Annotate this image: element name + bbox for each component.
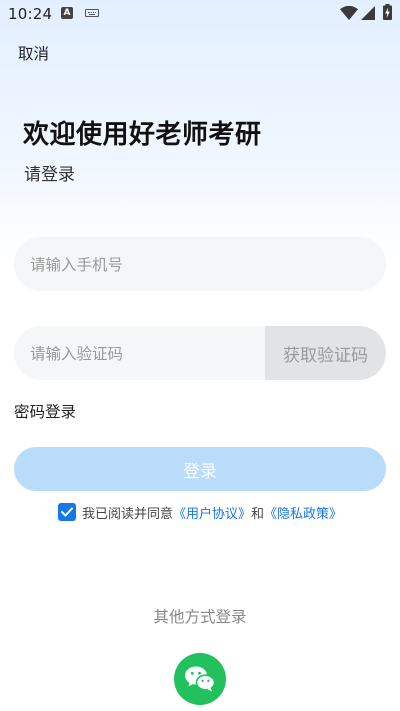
- privacy-policy-link[interactable]: 《隐私政策》: [264, 503, 342, 522]
- a-notification-icon: A: [61, 7, 73, 19]
- other-login-label: 其他方式登录: [153, 608, 247, 626]
- agreement-checkbox[interactable]: [58, 503, 76, 521]
- agreement-row: 我已阅读并同意 《用户协议》 和 《隐私政策》: [58, 502, 342, 522]
- battery-charging-icon: [383, 4, 392, 20]
- phone-input[interactable]: [28, 237, 272, 293]
- get-code-button[interactable]: 获取验证码: [265, 326, 386, 380]
- login-button[interactable]: 登录: [14, 447, 386, 491]
- wifi-icon: [340, 6, 358, 20]
- cancel-button[interactable]: 取消: [18, 42, 49, 64]
- page-subtitle: 请登录: [24, 165, 75, 185]
- wechat-login-button[interactable]: [174, 653, 226, 705]
- checkmark-icon: [61, 507, 73, 517]
- signal-icon: [361, 6, 375, 20]
- agreement-prefix-text: 我已阅读并同意: [82, 506, 174, 522]
- verification-code-input[interactable]: [28, 326, 272, 380]
- keyboard-icon: [85, 9, 99, 17]
- status-bar: 10:24 A: [0, 0, 400, 28]
- phone-field-container: [14, 237, 386, 293]
- user-agreement-link[interactable]: 《用户协议》: [173, 503, 251, 522]
- agreement-and-text: 和: [251, 506, 265, 522]
- page-title: 欢迎使用好老师考研: [23, 120, 262, 150]
- wechat-icon: [185, 666, 216, 692]
- password-login-link[interactable]: 密码登录: [14, 400, 76, 422]
- status-time: 10:24: [8, 5, 53, 23]
- code-field-container: 获取验证码: [14, 326, 386, 380]
